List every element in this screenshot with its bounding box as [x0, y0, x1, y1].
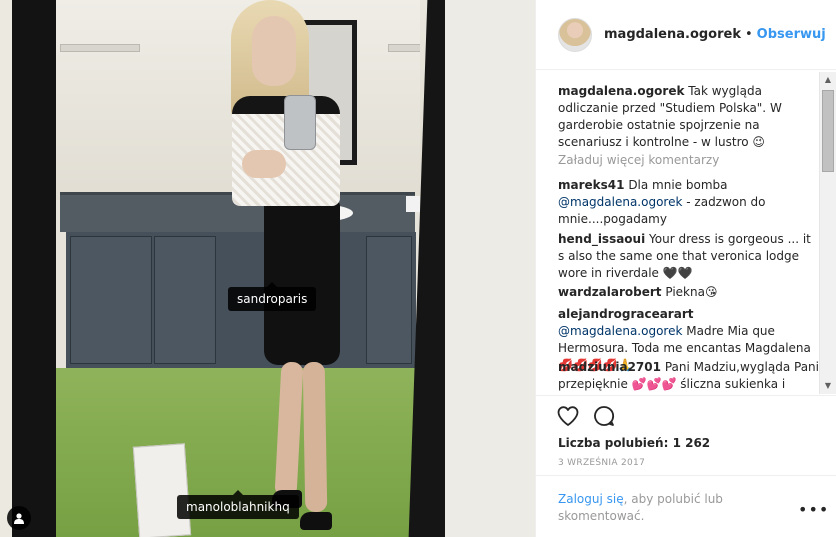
header-separator: •	[744, 27, 753, 42]
login-link[interactable]: Zaloguj się	[558, 492, 624, 506]
load-more-comments-button[interactable]: Załaduj więcej komentarzy	[558, 153, 719, 167]
heart-icon[interactable]	[556, 404, 580, 428]
follow-button[interactable]: Obserwuj	[757, 27, 826, 42]
list-item: madziunia2701 Pani Madziu,wygląda Pani p…	[558, 359, 820, 393]
tagged-users-button[interactable]	[7, 506, 31, 530]
comment-text: Dla mnie bomba	[628, 178, 728, 192]
login-prompt: Zaloguj się, aby polubić lub skomentować…	[536, 475, 836, 537]
scroll-thumb[interactable]	[822, 90, 834, 172]
mirror-reflection	[56, 0, 420, 537]
comments-scrollbar[interactable]: ▲ ▼	[819, 72, 836, 394]
comment-bubble-icon[interactable]	[592, 404, 616, 428]
list-item: hend_issaoui Your dress is gorgeous ... …	[558, 231, 820, 282]
likes-count[interactable]: Liczba polubień: 1 262	[558, 436, 710, 450]
comment-text: Piekna😘	[665, 285, 718, 299]
post-side-panel: magdalena.ogorek • Obserwuj magdalena.og…	[535, 0, 836, 537]
product-tag-manoloblahnikhq[interactable]: manoloblahnikhq	[177, 490, 299, 519]
more-options-icon[interactable]: •••	[798, 500, 829, 519]
user-icon	[14, 513, 24, 524]
product-tag-sandroparis[interactable]: sandroparis	[228, 282, 317, 311]
list-item: wardzalarobert Piekna😘	[558, 284, 820, 301]
shopping-bag	[132, 443, 192, 537]
comment-mention[interactable]: @magdalena.ogorek	[558, 195, 682, 209]
list-item: mareks41 Dla mnie bomba @magdalena.ogore…	[558, 177, 820, 228]
phone	[284, 95, 316, 150]
comment-username[interactable]: wardzalarobert	[558, 285, 662, 299]
comments-list[interactable]: magdalena.ogorek Tak wygląda odliczanie …	[536, 71, 836, 395]
post-actions: Liczba polubień: 1 262 3 WRZEŚNIA 2017	[536, 395, 836, 475]
post-date[interactable]: 3 WRZEŚNIA 2017	[558, 458, 645, 468]
comment-username[interactable]: hend_issaoui	[558, 232, 645, 246]
scroll-up-arrow-icon[interactable]: ▲	[820, 72, 836, 88]
comment-username[interactable]: alejandrogracearart	[558, 307, 693, 321]
shoe	[300, 512, 332, 530]
comment-mention[interactable]: @magdalena.ogorek	[558, 324, 682, 338]
scroll-down-arrow-icon[interactable]: ▼	[820, 378, 836, 394]
avatar[interactable]	[558, 17, 592, 52]
mirror-frame-left	[12, 0, 56, 537]
comment-username[interactable]: madziunia2701	[558, 360, 661, 374]
header-username[interactable]: magdalena.ogorek	[604, 27, 741, 42]
post-header: magdalena.ogorek • Obserwuj	[536, 0, 836, 70]
comment-username[interactable]: mareks41	[558, 178, 624, 192]
caption: magdalena.ogorek Tak wygląda odliczanie …	[558, 83, 820, 151]
caption-username[interactable]: magdalena.ogorek	[558, 84, 684, 98]
post-photo[interactable]: sandroparis manoloblahnikhq	[0, 0, 535, 537]
